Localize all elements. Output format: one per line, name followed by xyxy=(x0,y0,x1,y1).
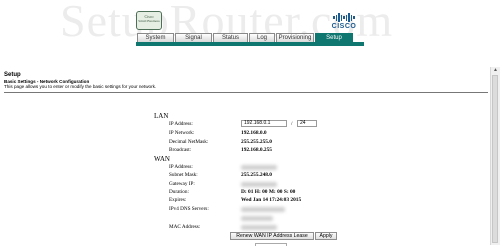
page-description: This page allows you to enter or modify … xyxy=(4,84,157,89)
lan-prefix-input[interactable]: 24 xyxy=(297,120,317,127)
wan-duration-row: Duration: D: 01 H: 00 M: 00 S: 00 xyxy=(169,189,469,197)
tab-provisioning[interactable]: Provisioning xyxy=(276,33,314,42)
lan-heading: LAN xyxy=(154,112,169,120)
cisco-logo: CISCO xyxy=(327,13,361,35)
wan-gateway-label: Gateway IP: xyxy=(169,181,195,187)
wan-duration-label: Duration: xyxy=(169,189,189,195)
wan-ip-redacted xyxy=(241,165,277,170)
wan-dns-row: IPv4 DNS Servers: xyxy=(169,206,469,221)
wan-dns-redacted xyxy=(241,207,285,212)
tab-setup[interactable]: Setup xyxy=(315,33,353,42)
wan-dns-redacted-2 xyxy=(241,216,273,221)
wan-mac-redacted xyxy=(241,225,277,230)
logo-line-2: Small Business xyxy=(138,19,160,23)
wan-ip-label: IP Address: xyxy=(169,164,193,170)
lan-ip-label: IP Address: xyxy=(169,121,193,127)
lan-broadcast-row: Broadcast: 192.168.0.255 xyxy=(169,147,469,155)
scrollbar-thumb[interactable] xyxy=(492,75,498,243)
wan-expires-value: Wed Jan 14 17:24:03 2015 xyxy=(241,197,302,203)
scroll-up-arrow-icon[interactable]: ▲ xyxy=(491,67,500,74)
vertical-scrollbar[interactable]: ▲ xyxy=(490,67,500,245)
lan-network-row: IP Network: 192.168.0.0 xyxy=(169,130,469,138)
tab-system[interactable]: System xyxy=(137,33,174,42)
lan-netmask-label: Decimal NetMask: xyxy=(169,139,209,145)
main-tabs: System Signal Status Log Provisioning Se… xyxy=(137,33,353,42)
prefix-separator: / xyxy=(291,121,293,127)
tab-log[interactable]: Log xyxy=(249,33,275,42)
cisco-wordmark: CISCO xyxy=(331,23,357,30)
wan-subnet-value: 255.255.248.0 xyxy=(241,172,272,178)
lan-netmask-value: 255.255.255.0 xyxy=(241,139,272,145)
apply-button[interactable]: Apply xyxy=(315,232,337,240)
lan-network-value: 192.168.0.0 xyxy=(241,130,267,136)
wan-heading: WAN xyxy=(154,155,170,163)
lan-broadcast-label: Broadcast: xyxy=(169,147,192,153)
wan-subnet-row: Subnet Mask: 255.255.248.0 xyxy=(169,172,469,180)
lan-network-label: IP Network: xyxy=(169,130,195,136)
product-logo: Cisco Small Business xyxy=(136,11,162,30)
section-divider xyxy=(4,92,488,93)
lan-netmask-row: Decimal NetMask: 255.255.255.0 xyxy=(169,139,469,147)
tab-underline xyxy=(136,42,364,46)
wan-gateway-redacted xyxy=(241,182,277,187)
cisco-bars-icon xyxy=(327,13,361,22)
wan-mac-label: MAC Address: xyxy=(169,224,201,230)
lan-broadcast-value: 192.168.0.255 xyxy=(241,147,272,153)
tab-status[interactable]: Status xyxy=(213,33,248,42)
wan-expires-label: Expires: xyxy=(169,197,187,203)
renew-wan-lease-button[interactable]: Renew WAN IP Address Lease xyxy=(230,232,314,240)
wan-ip-row: IP Address: xyxy=(169,164,469,172)
lan-ip-row: IP Address: 192.168.0.1 / 24 xyxy=(169,120,469,129)
wan-dns-label: IPv4 DNS Servers: xyxy=(169,206,209,212)
lan-ip-input[interactable]: 192.168.0.1 xyxy=(241,120,287,127)
wan-mac-row: MAC Address: xyxy=(169,224,469,232)
wan-gateway-row: Gateway IP: xyxy=(169,181,469,189)
wan-expires-row: Expires: Wed Jan 14 17:24:03 2015 xyxy=(169,197,469,205)
tab-signal[interactable]: Signal xyxy=(175,33,212,42)
page-title: Setup xyxy=(4,72,21,78)
wan-duration-value: D: 01 H: 00 M: 00 S: 00 xyxy=(241,189,296,195)
wan-subnet-label: Subnet Mask: xyxy=(169,172,198,178)
